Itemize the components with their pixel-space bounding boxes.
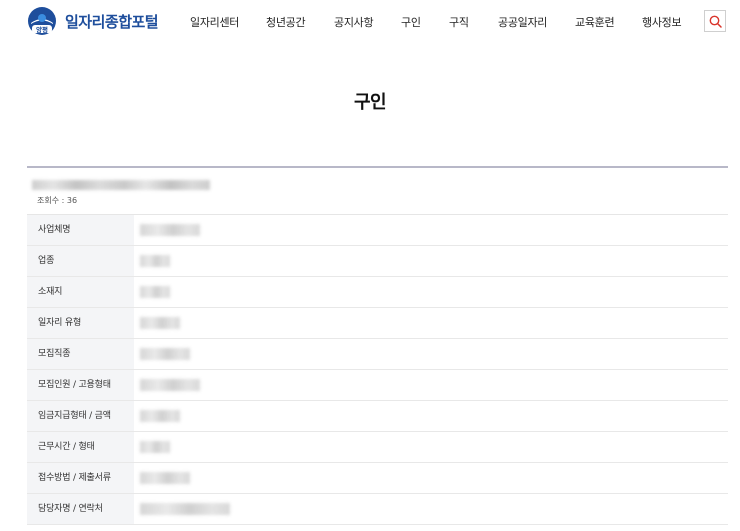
nav-item-job-offers[interactable]: 구인 — [401, 14, 421, 30]
detail-value-redacted — [140, 348, 190, 360]
nav-item-public-jobs[interactable]: 공공일자리 — [498, 14, 547, 30]
detail-value-redacted — [140, 503, 230, 515]
detail-label: 일자리 유형 — [27, 308, 134, 338]
detail-row: 담당자명 / 연락처 — [27, 494, 728, 525]
detail-row: 업종 — [27, 246, 728, 277]
detail-value-redacted — [140, 441, 170, 453]
page-title: 구인 — [353, 92, 387, 113]
detail-label: 근무시간 / 형태 — [27, 432, 134, 462]
post-title-redacted — [32, 180, 210, 190]
search-button[interactable] — [704, 10, 726, 32]
search-icon — [709, 15, 722, 28]
detail-value-redacted — [140, 410, 180, 422]
detail-row: 모집인원 / 고용형태 — [27, 370, 728, 401]
detail-label: 담당자명 / 연락처 — [27, 494, 134, 524]
detail-row: 소재지 — [27, 277, 728, 308]
nav-item-events[interactable]: 행사정보 — [642, 14, 682, 30]
site-logo[interactable]: 양평 일자리종합포털 — [27, 6, 159, 36]
emblem-text: 양평 — [36, 25, 48, 34]
nav-item-youth-space[interactable]: 청년공간 — [266, 14, 306, 30]
view-count: 조회수 : 36 — [37, 196, 78, 205]
detail-value-redacted — [140, 472, 190, 484]
detail-value-redacted — [140, 255, 170, 267]
detail-row: 접수방법 / 제출서류 — [27, 463, 728, 494]
nav-item-job-center[interactable]: 일자리센터 — [190, 14, 239, 30]
detail-label: 모집직종 — [27, 339, 134, 369]
detail-value-redacted — [140, 224, 200, 236]
detail-label: 접수방법 / 제출서류 — [27, 463, 134, 493]
title-divider — [27, 166, 728, 168]
detail-label: 소재지 — [27, 277, 134, 307]
detail-row: 근무시간 / 형태 — [27, 432, 728, 463]
detail-label: 업종 — [27, 246, 134, 276]
logo-text: 일자리종합포털 — [65, 12, 159, 31]
detail-label: 모집인원 / 고용형태 — [27, 370, 134, 400]
nav-item-training[interactable]: 교육훈련 — [575, 14, 615, 30]
detail-value-redacted — [140, 379, 200, 391]
nav-item-job-seeking[interactable]: 구직 — [449, 14, 469, 30]
site-header: 양평 일자리종합포털 일자리센터 청년공간 공지사항 구인 구직 공공일자리 교… — [0, 0, 740, 44]
detail-label: 사업체명 — [27, 215, 134, 245]
yangpyeong-emblem-icon: 양평 — [27, 6, 57, 36]
detail-row: 일자리 유형 — [27, 308, 728, 339]
detail-row: 임금지급형태 / 금액 — [27, 401, 728, 432]
detail-value-redacted — [140, 317, 180, 329]
detail-row: 모집직종 — [27, 339, 728, 370]
nav-item-notices[interactable]: 공지사항 — [334, 14, 374, 30]
detail-label: 임금지급형태 / 금액 — [27, 401, 134, 431]
detail-value-redacted — [140, 286, 170, 298]
detail-row: 사업체명 — [27, 215, 728, 246]
